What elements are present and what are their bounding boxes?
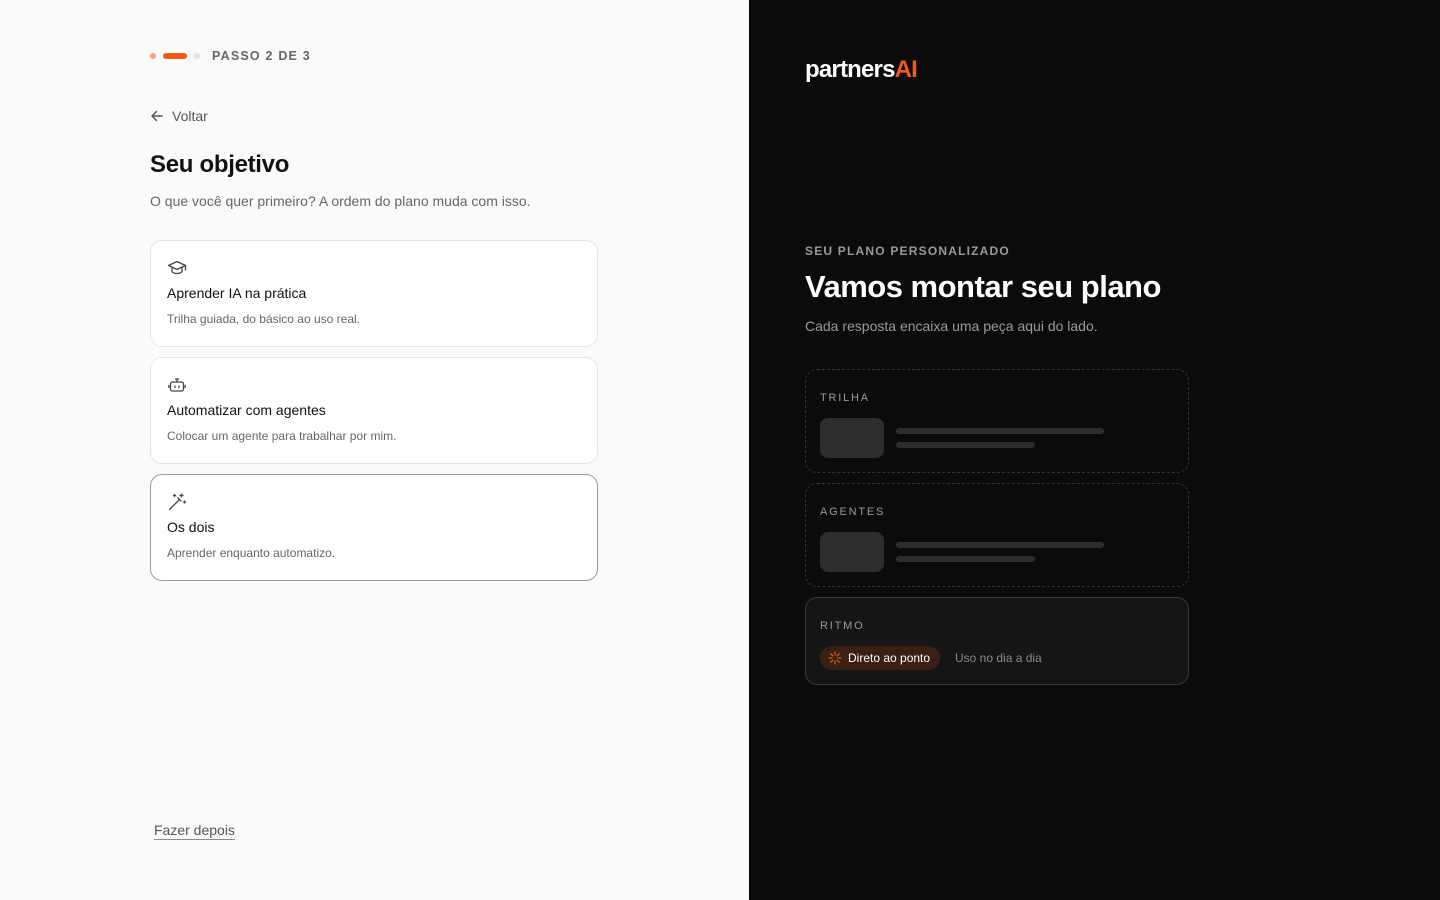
plan-card-ritmo: RITMO Direto ao ponto Uso no dia a dia bbox=[805, 597, 1189, 685]
onboarding-panel: PASSO 2 DE 3 Voltar Seu objetivo O que v… bbox=[0, 0, 749, 900]
card-label: AGENTES bbox=[820, 506, 886, 518]
skip-link[interactable]: Fazer depois bbox=[154, 822, 235, 840]
step-bar-current bbox=[163, 53, 187, 59]
card-label: TRILHA bbox=[820, 392, 870, 404]
option-learn-ai[interactable]: Aprender IA na prática Trilha guiada, do… bbox=[150, 240, 598, 347]
skeleton-line bbox=[896, 542, 1104, 548]
step-dot-1 bbox=[150, 53, 156, 59]
skeleton-line bbox=[896, 556, 1035, 562]
option-automate-agents[interactable]: Automatizar com agentes Colocar um agent… bbox=[150, 357, 598, 464]
skeleton-thumbnail bbox=[820, 418, 884, 458]
page-subtitle: O que você quer primeiro? A ordem do pla… bbox=[150, 193, 531, 209]
step-dot-3 bbox=[194, 53, 200, 59]
ritmo-secondary-text: Uso no dia a dia bbox=[955, 651, 1042, 665]
plan-preview-panel: partnersAI SEU PLANO PERSONALIZADO Vamos… bbox=[749, 0, 1440, 900]
card-label: RITMO bbox=[820, 620, 865, 632]
option-description: Aprender enquanto automatizo. bbox=[167, 546, 336, 560]
option-title: Os dois bbox=[167, 519, 215, 535]
plan-card-agentes: AGENTES bbox=[805, 483, 1189, 587]
skeleton-thumbnail bbox=[820, 532, 884, 572]
option-title: Automatizar com agentes bbox=[167, 402, 326, 418]
ritmo-chip: Direto ao ponto bbox=[820, 646, 941, 670]
arrow-left-icon bbox=[151, 110, 163, 122]
back-label: Voltar bbox=[172, 108, 208, 124]
brand-logo: partnersAI bbox=[805, 56, 918, 84]
page-title: Seu objetivo bbox=[150, 151, 290, 178]
option-description: Colocar um agente para trabalhar por mim… bbox=[167, 429, 397, 443]
sparkle-icon bbox=[828, 651, 842, 665]
magic-wand-icon bbox=[167, 492, 187, 512]
brand-name: partners bbox=[805, 56, 895, 83]
option-title: Aprender IA na prática bbox=[167, 285, 307, 301]
option-description: Trilha guiada, do básico ao uso real. bbox=[167, 312, 361, 326]
step-label: PASSO 2 DE 3 bbox=[212, 49, 311, 63]
plan-title: Vamos montar seu plano bbox=[805, 269, 1161, 304]
skeleton-line bbox=[896, 442, 1035, 448]
plan-subtitle: Cada resposta encaixa uma peça aqui do l… bbox=[805, 318, 1098, 334]
robot-icon bbox=[167, 375, 187, 395]
brand-name-accent: AI bbox=[894, 56, 918, 83]
back-button[interactable]: Voltar bbox=[150, 108, 208, 124]
plan-eyebrow: SEU PLANO PERSONALIZADO bbox=[805, 244, 1010, 258]
chip-label: Direto ao ponto bbox=[848, 651, 931, 665]
option-both[interactable]: Os dois Aprender enquanto automatizo. bbox=[150, 474, 598, 581]
skeleton-line bbox=[896, 428, 1104, 434]
step-progress: PASSO 2 DE 3 bbox=[150, 48, 311, 64]
plan-card-trilha: TRILHA bbox=[805, 369, 1189, 473]
graduation-cap-icon bbox=[167, 258, 187, 278]
